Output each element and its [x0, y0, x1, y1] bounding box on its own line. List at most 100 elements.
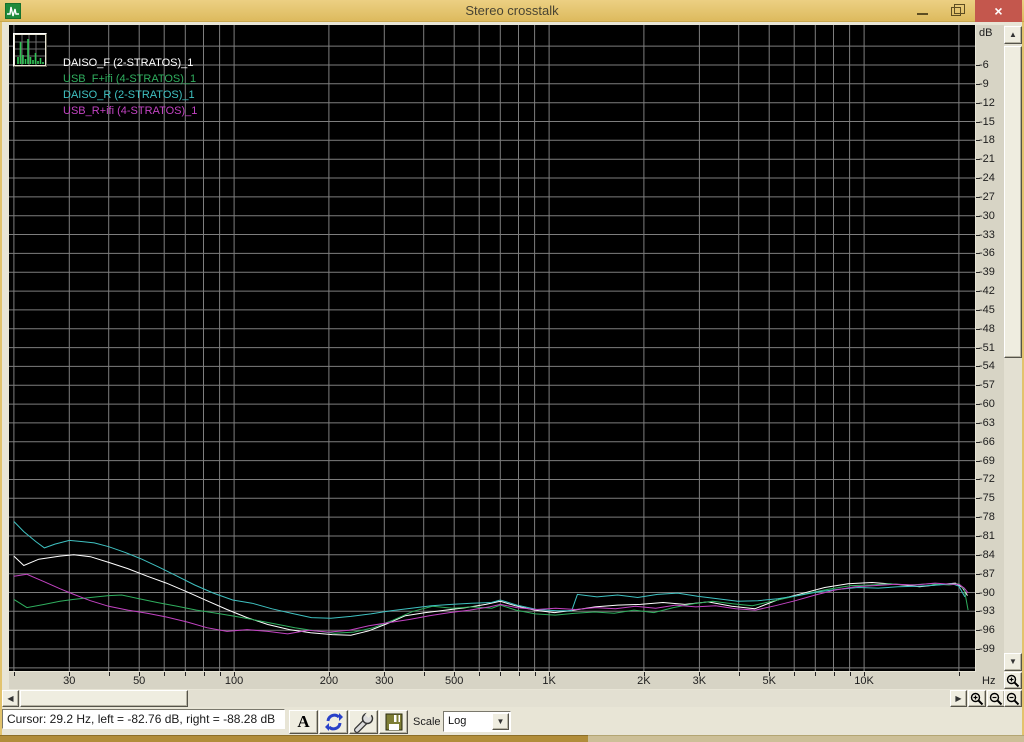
dropdown-arrow-button[interactable]: ▼	[492, 713, 509, 730]
font-button[interactable]: A	[289, 710, 318, 734]
chevron-down-icon: ▼	[496, 716, 505, 726]
cursor-status-field: Cursor: 29.2 Hz, left = -82.76 dB, right…	[2, 709, 285, 729]
close-button[interactable]: ×	[975, 0, 1022, 22]
x-axis: 30 50 100 200 300 500 1K 2K 3K 5K 10K	[9, 672, 976, 689]
y-axis-tick	[976, 159, 980, 161]
y-axis-tick	[976, 140, 980, 142]
zoom-out-icon	[1006, 692, 1020, 705]
wrench-setup-button[interactable]	[349, 710, 378, 734]
y-axis-tick	[976, 196, 980, 198]
scroll-right-button[interactable]: ▶	[950, 690, 967, 707]
horizontal-scrollbar-thumb[interactable]	[20, 690, 188, 707]
x-axis-tick	[219, 672, 221, 676]
y-axis-tick-label: -9	[979, 77, 989, 90]
x-axis-tick-label: 10K	[854, 675, 874, 687]
zoom-in-vertical-button[interactable]	[1004, 672, 1022, 689]
y-axis-tick-label: -54	[979, 360, 995, 373]
x-axis-tick	[108, 672, 110, 676]
x-axis-tick	[794, 672, 796, 676]
y-axis-tick-label: -81	[979, 529, 995, 542]
y-axis-tick-label: -33	[979, 228, 995, 241]
legend-item: USB_R+ifi (4-STRATOS)_1	[63, 105, 198, 117]
y-axis-tick-label: -60	[979, 398, 995, 411]
legend-item: USB_F+ifi (4-STRATOS)_1	[63, 73, 197, 85]
scroll-down-icon: ▼	[1009, 657, 1017, 666]
y-axis-tick	[976, 385, 980, 387]
x-axis-tick	[423, 672, 425, 676]
y-axis-unit: dB	[979, 27, 993, 39]
x-axis-tick	[164, 672, 166, 676]
y-axis-tick-label: -24	[979, 172, 995, 185]
y-axis-tick-label: -69	[979, 454, 995, 467]
bottom-border-right	[588, 735, 1024, 742]
y-axis-tick	[976, 178, 980, 180]
y-axis-tick-label: -48	[979, 322, 995, 335]
y-axis-tick-label: -12	[979, 96, 995, 109]
y-axis-tick-label: -99	[979, 643, 995, 656]
x-axis-tick	[958, 672, 960, 676]
x-axis-tick-label: 500	[445, 675, 464, 687]
y-axis-tick-label: -15	[979, 115, 995, 128]
crosstalk-chart[interactable]	[9, 25, 975, 671]
y-axis-tick	[976, 291, 980, 293]
y-axis-tick	[976, 460, 980, 462]
maximize-button[interactable]	[940, 0, 972, 22]
x-axis-tick-label: 100	[224, 675, 244, 687]
save-button[interactable]	[379, 710, 408, 734]
y-axis-tick-label: -96	[979, 624, 995, 637]
refresh-button[interactable]	[319, 710, 348, 734]
y-axis-tick	[976, 309, 980, 311]
x-axis-tick	[185, 672, 187, 676]
x-axis-tick-label: 2K	[637, 675, 651, 687]
refresh-icon	[324, 713, 343, 731]
y-axis-tick	[976, 535, 980, 537]
y-axis-tick	[976, 64, 980, 66]
y-axis-tick-label: -72	[979, 473, 995, 486]
wrench-icon	[353, 711, 373, 733]
vertical-scrollbar[interactable]: ▲ ▼	[1004, 26, 1022, 671]
x-axis-tick	[738, 672, 740, 676]
y-axis-tick-label: -57	[979, 379, 995, 392]
x-axis-tick	[203, 672, 205, 676]
y-axis-tick	[976, 366, 980, 368]
spectrum-view-button[interactable]	[13, 33, 47, 67]
scale-label: Scale	[413, 716, 441, 728]
x-axis-tick-label: 30	[63, 675, 76, 687]
y-axis-tick	[976, 253, 980, 255]
x-axis-tick-label: 50	[133, 675, 146, 687]
y-axis-tick-label: -84	[979, 548, 995, 561]
y-axis-tick-label: -63	[979, 416, 995, 429]
scroll-up-button[interactable]: ▲	[1004, 26, 1022, 44]
plot-area[interactable]: DAISO_F (2-STRATOS)_1 USB_F+ifi (4-STRATO…	[9, 25, 975, 671]
y-axis-tick	[976, 422, 980, 424]
x-axis-tick	[534, 672, 536, 676]
x-axis-tick	[815, 672, 817, 676]
y-axis-tick-label: -75	[979, 492, 995, 505]
zoom-out-vertical-button[interactable]	[1004, 690, 1022, 707]
bottom-border-left	[0, 735, 588, 742]
titlebar: Stereo crosstalk ×	[0, 0, 1024, 22]
horizontal-scrollbar[interactable]: ◀ ▶	[2, 690, 967, 707]
window-title: Stereo crosstalk	[465, 3, 559, 18]
x-axis-unit: Hz	[982, 675, 996, 687]
app-window: Stereo crosstalk × DAISO_F (2-STRATOS)_1…	[0, 0, 1024, 742]
x-axis-tick	[518, 672, 520, 676]
scroll-left-icon: ◀	[7, 693, 14, 703]
vertical-scrollbar-thumb[interactable]	[1004, 46, 1022, 358]
scroll-down-button[interactable]: ▼	[1004, 653, 1022, 671]
scale-dropdown[interactable]: Log ▼	[443, 711, 511, 732]
scroll-up-icon: ▲	[1009, 30, 1017, 39]
scroll-left-button[interactable]: ◀	[2, 690, 19, 707]
y-axis-tick-label: -27	[979, 190, 995, 203]
x-axis-tick-label: 1K	[542, 675, 556, 687]
zoom-in-horizontal-button[interactable]	[968, 690, 986, 707]
y-axis-tick	[976, 215, 980, 217]
scale-dropdown-value: Log	[448, 715, 467, 727]
y-axis-tick-label: -30	[979, 209, 995, 222]
y-axis-tick-label: -39	[979, 266, 995, 279]
minimize-button[interactable]	[906, 0, 938, 22]
zoom-in-icon	[1006, 674, 1020, 687]
zoom-out-horizontal-button[interactable]	[987, 690, 1005, 707]
y-axis-tick	[976, 121, 980, 123]
x-axis-tick	[833, 672, 835, 676]
